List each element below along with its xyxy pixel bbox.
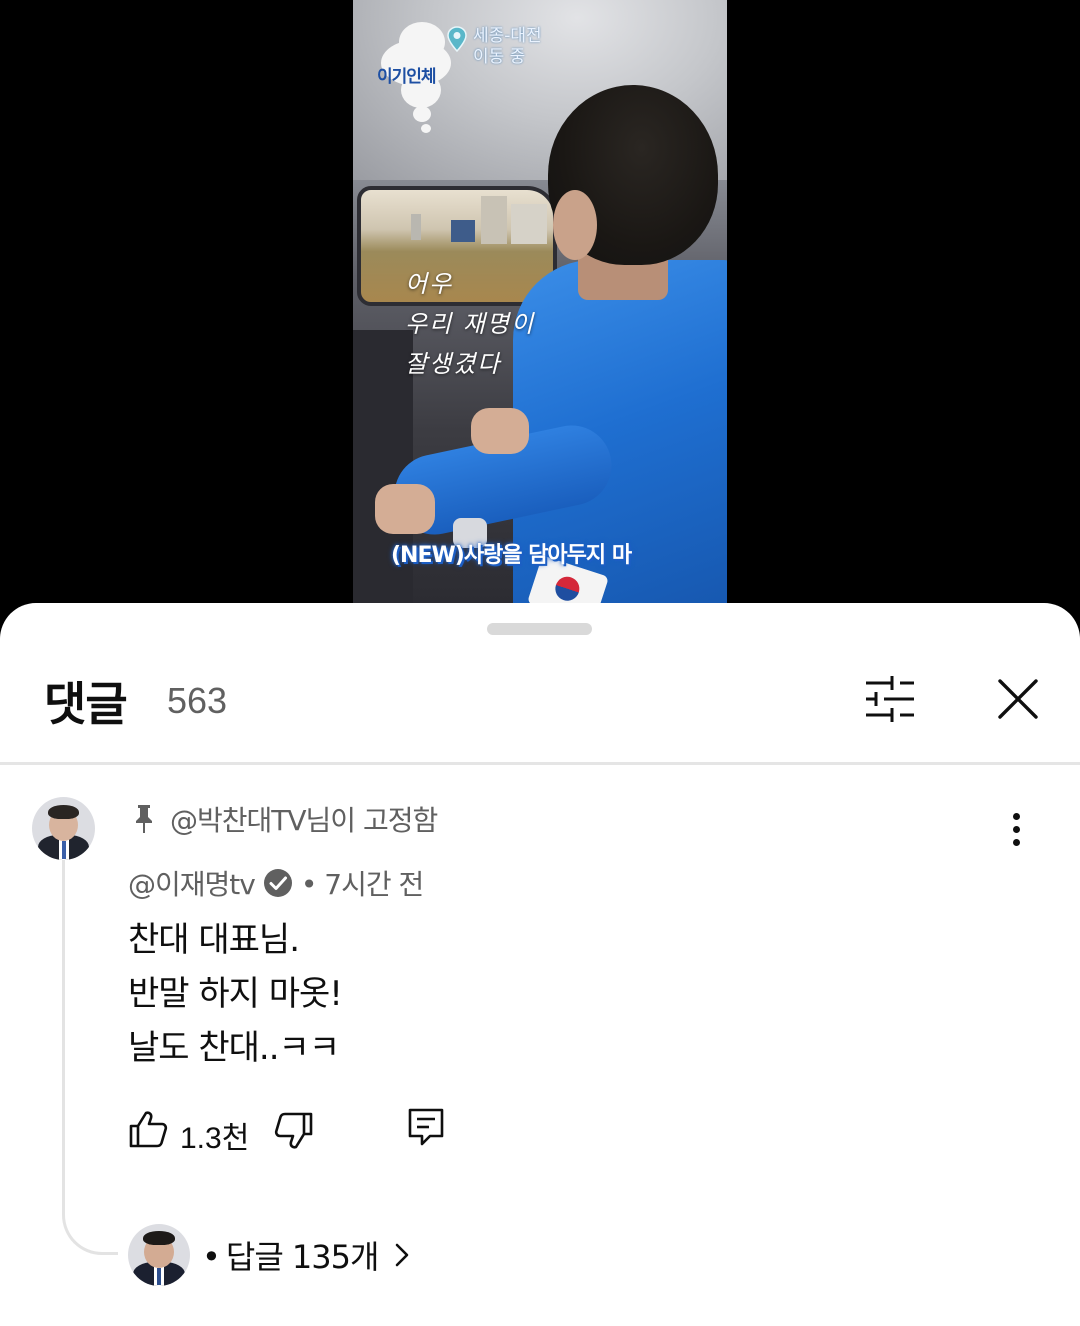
more-vert-icon[interactable] <box>1000 809 1032 849</box>
verified-icon <box>263 869 292 897</box>
hand <box>471 408 529 454</box>
pin-icon <box>136 805 152 833</box>
comment-count: 563 <box>167 680 228 721</box>
handwritten-line: 우리 재명이 <box>405 310 536 338</box>
like-count: 1.3천 <box>180 1113 249 1157</box>
avatar[interactable] <box>32 797 95 860</box>
replies-label: • 답글 135개 <box>202 1238 380 1276</box>
thread-line <box>62 835 118 1255</box>
handwritten-caption: 어우 우리 재명이 잘생겼다 <box>405 264 535 384</box>
close-icon[interactable] <box>992 673 1044 725</box>
comment-time: • 7시간 전 <box>300 868 424 901</box>
video-player[interactable]: 이기인체 세종-대전 이동 중 어우 우리 재명이 잘생겼다 (NEW)사랑을 … <box>0 0 1080 615</box>
comment-actions: 1.3천 <box>128 1101 528 1159</box>
filter-icon[interactable] <box>862 673 920 725</box>
replies-count-text: 답글 135개 <box>225 1238 380 1276</box>
chevron-right-icon <box>396 1243 409 1267</box>
pinned-by-text: @박찬대TV님이 고정함 <box>170 804 438 837</box>
pinned-comment: @박찬대TV님이 고정함 @이재명tv • 7시간 전 찬대 대표님. 반말 하… <box>0 765 1080 1326</box>
reply-avatar <box>128 1224 190 1286</box>
sheet-title: 댓글 <box>44 677 128 731</box>
ear <box>553 190 597 260</box>
drag-handle[interactable] <box>487 623 592 635</box>
comment-line: 반말 하지 마옷! <box>128 974 343 1014</box>
comment-body: 찬대 대표님. 반말 하지 마옷! 날도 찬대..ㅋㅋ <box>128 913 343 1075</box>
location-line2: 이동 중 <box>473 47 526 67</box>
like-count-value: 1.3 <box>180 1122 222 1155</box>
hand <box>375 484 435 534</box>
comments-sheet: 댓글 563 @박찬대TV님이 고정함 @이재명tv • 7시간 전 찬대 대표… <box>0 603 1080 1326</box>
location-line1: 세종-대전 <box>473 26 542 46</box>
like-icon[interactable] <box>128 1109 168 1149</box>
dislike-icon[interactable] <box>274 1111 314 1151</box>
pinned-label-row: @박찬대TV님이 고정함 <box>132 799 438 839</box>
like-count-unit: 천 <box>221 1121 250 1156</box>
music-caption: (NEW)사랑을 담아두지 마 <box>391 543 632 568</box>
location-text: 세종-대전 이동 중 <box>473 26 542 68</box>
author-row: @이재명tv • 7시간 전 <box>128 863 424 903</box>
handwritten-line: 어우 <box>405 270 454 298</box>
channel-logo: 이기인체 <box>377 67 437 87</box>
reply-icon[interactable] <box>408 1107 444 1147</box>
comment-line: 날도 찬대..ㅋㅋ <box>128 1028 340 1068</box>
view-replies-button[interactable]: • 답글 135개 <box>128 1223 412 1287</box>
comment-line: 찬대 대표님. <box>128 920 300 960</box>
comment-author[interactable]: @이재명tv <box>128 863 256 903</box>
location-pin-icon <box>447 26 467 52</box>
video-frame[interactable]: 이기인체 세종-대전 이동 중 어우 우리 재명이 잘생겼다 (NEW)사랑을 … <box>353 0 727 615</box>
handwritten-line: 잘생겼다 <box>405 350 502 378</box>
sheet-header: 댓글 563 <box>0 653 1080 763</box>
